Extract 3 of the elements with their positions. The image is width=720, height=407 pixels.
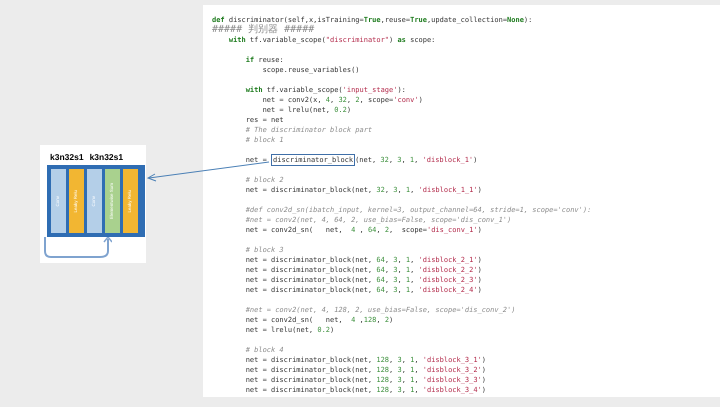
code-comment: ##### 判别器 ##### <box>212 25 314 35</box>
layer-label: k3n32s1 <box>90 150 124 164</box>
layer-label: k3n32s1 <box>50 150 84 164</box>
